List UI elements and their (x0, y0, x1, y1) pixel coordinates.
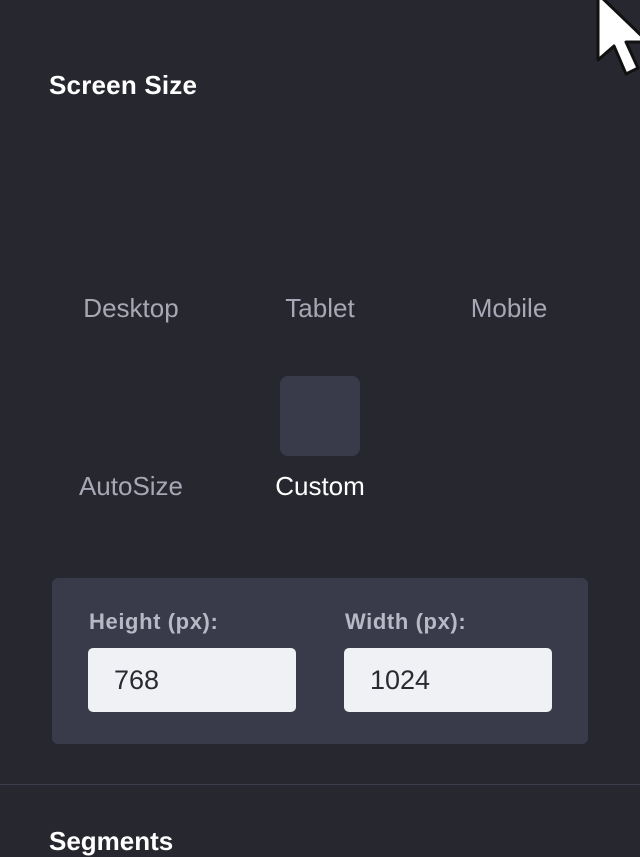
option-mobile[interactable]: Mobile (419, 293, 599, 324)
width-label: Width (px): (345, 609, 467, 634)
section-divider (0, 784, 640, 785)
option-custom[interactable]: Custom (230, 471, 410, 502)
segments-heading: Segments (49, 826, 174, 856)
custom-size-icon[interactable] (280, 376, 360, 456)
height-input[interactable] (88, 648, 296, 712)
option-desktop[interactable]: Desktop (41, 293, 221, 324)
width-input[interactable] (344, 648, 552, 712)
option-autosize[interactable]: AutoSize (41, 471, 221, 502)
option-tablet[interactable]: Tablet (230, 293, 410, 324)
height-label: Height (px): (89, 609, 219, 634)
screen-size-heading: Screen Size (49, 70, 198, 100)
mouse-pointer-icon (596, 0, 640, 76)
